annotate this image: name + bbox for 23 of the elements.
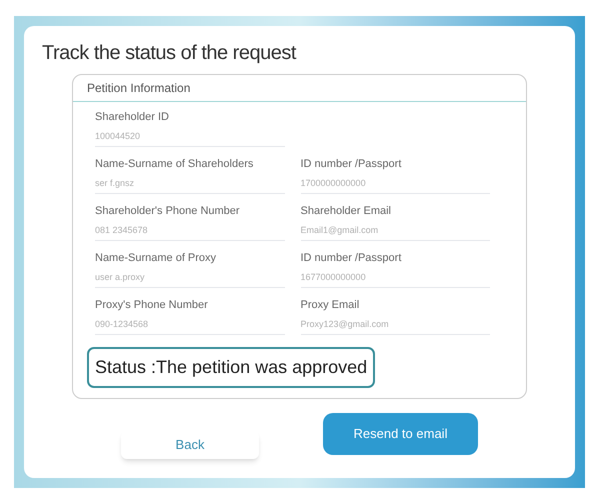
field-label: Shareholder Email <box>300 204 392 218</box>
field-label: Shareholder ID <box>95 110 170 124</box>
field-value: Email1@gmail.com <box>300 224 380 236</box>
field-label: Shareholder's Phone Number <box>95 204 241 218</box>
field-label: Name-Surname of Shareholders <box>95 157 254 171</box>
field-label: Proxy Email <box>300 298 360 312</box>
field-label: Proxy's Phone Number <box>95 298 209 312</box>
status-box: Status :The petition was approved <box>87 347 376 388</box>
field-label: ID number /Passport <box>300 157 402 171</box>
field-value: 100044520 <box>95 130 142 142</box>
back-button[interactable]: Back <box>121 431 259 459</box>
field-value: Proxy123@gmail.com <box>300 318 390 330</box>
resend-button[interactable]: Resend to email <box>323 413 478 455</box>
panel-header: Petition Information <box>73 75 526 102</box>
field-value: 090-1234568 <box>95 318 150 330</box>
page-title: Track the status of the request <box>42 41 298 66</box>
field-value: 1700000000000 <box>300 177 367 189</box>
field-value: ser f.gnsz <box>95 177 136 189</box>
field-value: 081 2345678 <box>95 224 149 236</box>
field-label: Name-Surname of Proxy <box>95 251 218 265</box>
field-value: 1677000000000 <box>300 271 367 283</box>
field-value: user a.proxy <box>95 271 146 283</box>
field-label: ID number /Passport <box>300 251 402 265</box>
